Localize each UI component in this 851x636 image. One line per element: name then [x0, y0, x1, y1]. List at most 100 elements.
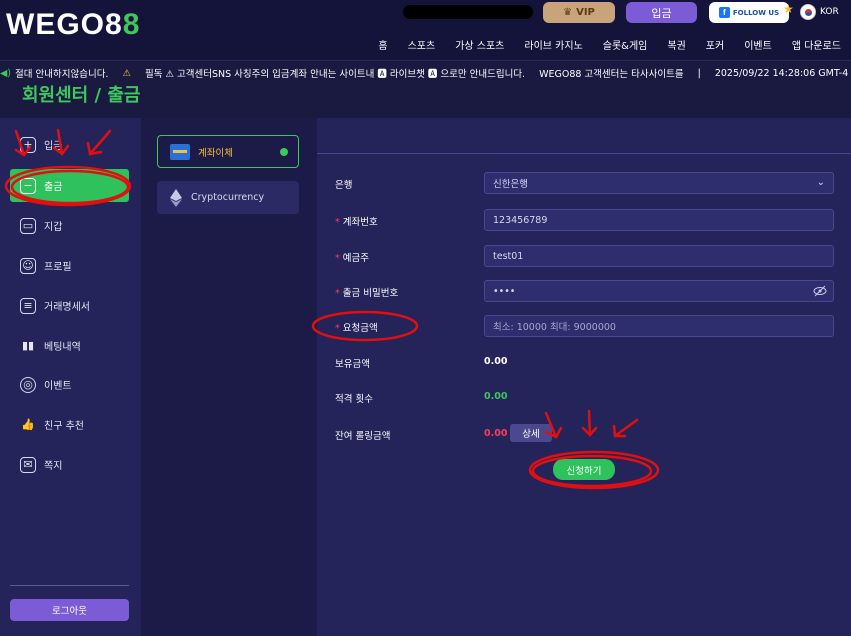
- vip-label: VIP: [576, 7, 595, 18]
- nav-item-lottery[interactable]: 복권: [657, 37, 695, 52]
- required-asterisk: *: [335, 253, 340, 264]
- apply-label: 신청하기: [566, 465, 602, 477]
- required-asterisk: *: [335, 323, 340, 334]
- withdraw-password-label-text: 출금 비밀번호: [342, 288, 399, 299]
- account-holder-field[interactable]: test01: [484, 245, 834, 267]
- sidebar-item-profile[interactable]: ☺ 프로필: [10, 249, 129, 282]
- balance-label: 보유금액: [335, 359, 370, 370]
- form-divider: [317, 153, 851, 154]
- language-label: KOR: [820, 7, 839, 17]
- eligible-count-label: 적격 횟수: [335, 394, 373, 405]
- account-holder-value: test01: [493, 250, 524, 262]
- bank-select-value: 신한은행: [493, 179, 528, 190]
- header-deposit-label: 입금: [651, 6, 672, 20]
- account-number-label-text: 계좌번호: [342, 217, 378, 228]
- logo-accent-text: 8: [122, 8, 141, 41]
- method-crypto[interactable]: Cryptocurrency: [157, 181, 299, 214]
- vip-button[interactable]: ♛ VIP: [543, 2, 615, 23]
- apply-button[interactable]: 신청하기: [553, 459, 615, 480]
- sidebar-item-events[interactable]: ◎ 이벤트: [10, 368, 129, 401]
- sidebar-item-label: 베팅내역: [44, 342, 81, 353]
- eye-off-icon[interactable]: [813, 285, 827, 297]
- wallet-icon: ▭: [20, 217, 36, 234]
- bank-card-icon: [170, 143, 190, 160]
- facebook-icon: f: [718, 7, 730, 18]
- request-amount-input[interactable]: 최소: 10000 최대: 9000000: [484, 315, 834, 337]
- account-holder-label: * 예금주: [335, 250, 369, 264]
- nav-item-slots[interactable]: 슬롯&게임: [593, 37, 658, 52]
- sidebar-item-wallet[interactable]: ▭ 지갑: [10, 209, 129, 242]
- detail-label: 상세: [522, 429, 540, 440]
- request-amount-placeholder: 최소: 10000 최대: 9000000: [493, 322, 616, 333]
- chart-icon: ▮▮: [21, 339, 35, 352]
- withdraw-password-value: ••••: [493, 285, 516, 297]
- detail-button[interactable]: 상세: [510, 424, 552, 442]
- nav-item-poker[interactable]: 포커: [696, 37, 734, 52]
- required-asterisk: *: [335, 217, 340, 228]
- sidebar-item-withdraw[interactable]: − 출금: [10, 169, 129, 202]
- speaker-icon: ◀): [0, 67, 12, 79]
- sidebar-item-label: 프로필: [44, 262, 72, 273]
- mail-icon: ✉: [20, 456, 36, 473]
- logout-label: 로그아웃: [52, 606, 87, 617]
- sidebar-item-label: 쪽지: [44, 461, 63, 472]
- account-number-value: 123456789: [493, 214, 548, 226]
- balance-value: 0.00: [484, 356, 508, 367]
- nav-item-sports[interactable]: 스포츠: [398, 37, 446, 52]
- withdraw-form: [317, 118, 851, 636]
- sidebar-item-messages[interactable]: ✉ 쪽지: [10, 448, 129, 481]
- site-logo[interactable]: WEGO88: [6, 8, 140, 42]
- minus-icon: −: [20, 177, 36, 194]
- nav-item-home[interactable]: 홈: [368, 37, 397, 52]
- page-title: 회원센터 / 출금: [22, 85, 141, 106]
- sidebar-item-statement[interactable]: ≡ 거래명세서: [10, 289, 129, 322]
- redacted-bar: [403, 5, 533, 19]
- chevron-down-icon: ⌄: [816, 177, 825, 188]
- eligible-count-value: 0.00: [484, 391, 508, 402]
- sidebar-item-betting-history[interactable]: ▮▮ 베팅내역: [10, 329, 129, 362]
- ticker-item: WEGO88 고객센터는 타사사이트를: [539, 69, 684, 80]
- sidebar-item-deposit[interactable]: + 입금: [10, 128, 129, 161]
- top-header: WEGO88 ♛ VIP 입금 f FOLLOW US ★ KOR 홈 스포츠 …: [0, 0, 851, 60]
- sidebar-item-label: 이벤트: [44, 381, 72, 392]
- target-icon: ◎: [20, 376, 36, 393]
- sidebar-item-referral[interactable]: 👍 친구 추천: [10, 408, 129, 441]
- profile-icon: ☺: [20, 257, 36, 274]
- ticker-timestamp: 2025/09/22 14:28:06 GMT-4: [714, 67, 849, 79]
- remaining-rolling-label: 잔여 롤링금액: [335, 431, 391, 442]
- bank-select[interactable]: 신한은행 ⌄: [484, 172, 834, 194]
- remaining-rolling-value: 0.00: [484, 428, 508, 439]
- sidebar-item-label: 거래명세서: [44, 302, 90, 313]
- selected-dot-icon: [280, 147, 288, 156]
- sidebar-divider: [10, 585, 129, 586]
- language-selector[interactable]: KOR: [800, 4, 839, 20]
- nav-item-app-download[interactable]: 앱 다운로드: [782, 37, 851, 52]
- required-asterisk: *: [335, 288, 340, 299]
- nav-item-live-casino[interactable]: 라이브 카지노: [514, 37, 592, 52]
- method-bank-transfer[interactable]: 계좌이체: [157, 135, 299, 168]
- nav-item-virtual-sports[interactable]: 가상 스포츠: [445, 37, 514, 52]
- header-deposit-button[interactable]: 입금: [626, 2, 697, 23]
- sidebar-item-label: 출금: [44, 182, 63, 193]
- account-number-field[interactable]: 123456789: [484, 209, 834, 231]
- method-bank-label: 계좌이체: [198, 147, 233, 159]
- korea-flag-icon: [800, 4, 816, 20]
- ticker-item: 절대 안내하지않습니다.: [15, 69, 109, 80]
- ethereum-icon: [169, 188, 183, 207]
- bank-label: 은행: [335, 180, 353, 191]
- logout-button[interactable]: 로그아웃: [10, 599, 129, 621]
- follow-us-label: FOLLOW US: [732, 8, 780, 17]
- withdraw-password-field[interactable]: ••••: [484, 280, 834, 302]
- warning-icon: ⚠: [122, 67, 131, 79]
- crown-icon: ♛: [563, 7, 573, 18]
- sidebar-item-label: 지갑: [44, 222, 63, 233]
- main-nav: 홈 스포츠 가상 스포츠 라이브 카지노 슬롯&게임 복권 포커 이벤트 앱 다…: [368, 37, 851, 52]
- account-holder-label-text: 예금주: [342, 253, 369, 264]
- withdraw-password-label: * 출금 비밀번호: [335, 285, 398, 299]
- nav-item-events[interactable]: 이벤트: [734, 37, 782, 52]
- ticker-separator: |: [697, 67, 701, 79]
- star-icon: ★: [783, 2, 794, 16]
- method-crypto-label: Cryptocurrency: [191, 192, 265, 203]
- follow-us-button[interactable]: f FOLLOW US: [709, 2, 789, 23]
- request-amount-label-text: 요청금액: [342, 323, 378, 334]
